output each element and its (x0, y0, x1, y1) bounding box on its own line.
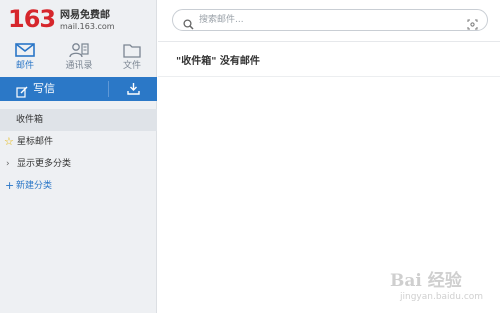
plus-icon: + (5, 179, 15, 192)
logo-name: 网易免费邮 (60, 10, 110, 21)
logo-url: mail.163.com (60, 22, 115, 31)
tab-contacts-label: 通讯录 (65, 61, 93, 71)
empty-inbox-message: "收件箱" 没有邮件 (176, 56, 260, 67)
folder-starred-label: 星标邮件 (17, 137, 54, 147)
folder-icon (121, 41, 143, 59)
watermark: Bai 经验 jingyan.baidu.com (390, 262, 494, 308)
sidebar: 163 网易免费邮 mail.163.com 邮件 通讯录 文件 写信 收件箱 … (0, 0, 157, 313)
search-icon[interactable] (183, 15, 194, 34)
message-divider (158, 76, 500, 77)
tab-mail-label: 邮件 (15, 61, 34, 71)
write-button[interactable]: 写信 (0, 77, 108, 101)
advanced-search-icon[interactable] (467, 15, 478, 34)
search-input[interactable] (199, 12, 449, 28)
folder-inbox[interactable]: 收件箱 (0, 109, 157, 131)
contacts-icon (68, 41, 90, 59)
tab-files[interactable]: 文件 (107, 38, 157, 76)
show-more-folders-label: 显示更多分类 (17, 159, 72, 169)
folder-inbox-label: 收件箱 (16, 115, 44, 125)
search-box (172, 9, 488, 31)
pencil-icon (16, 83, 28, 98)
watermark-text: Bai 经验 (390, 271, 462, 291)
receive-button[interactable] (109, 77, 157, 101)
new-folder-button[interactable]: + 新建分类 (0, 175, 157, 197)
compose-bar: 写信 (0, 77, 157, 101)
chevron-right-icon: › (6, 159, 10, 169)
nav-tabs: 邮件 通讯录 文件 (0, 38, 157, 76)
new-folder-label: 新建分类 (16, 181, 53, 191)
main-divider (158, 41, 500, 42)
watermark-url: jingyan.baidu.com (400, 292, 484, 302)
folder-starred[interactable]: ☆ 星标邮件 (0, 131, 157, 153)
tab-mail[interactable]: 邮件 (0, 38, 50, 76)
star-icon: ☆ (4, 135, 14, 148)
download-icon (127, 83, 140, 95)
mail-icon (14, 41, 36, 59)
show-more-folders[interactable]: › 显示更多分类 (0, 153, 157, 175)
write-label: 写信 (33, 82, 55, 95)
logo-number: 163 (8, 5, 56, 33)
tab-files-label: 文件 (122, 61, 141, 71)
tab-contacts[interactable]: 通讯录 (54, 38, 104, 76)
